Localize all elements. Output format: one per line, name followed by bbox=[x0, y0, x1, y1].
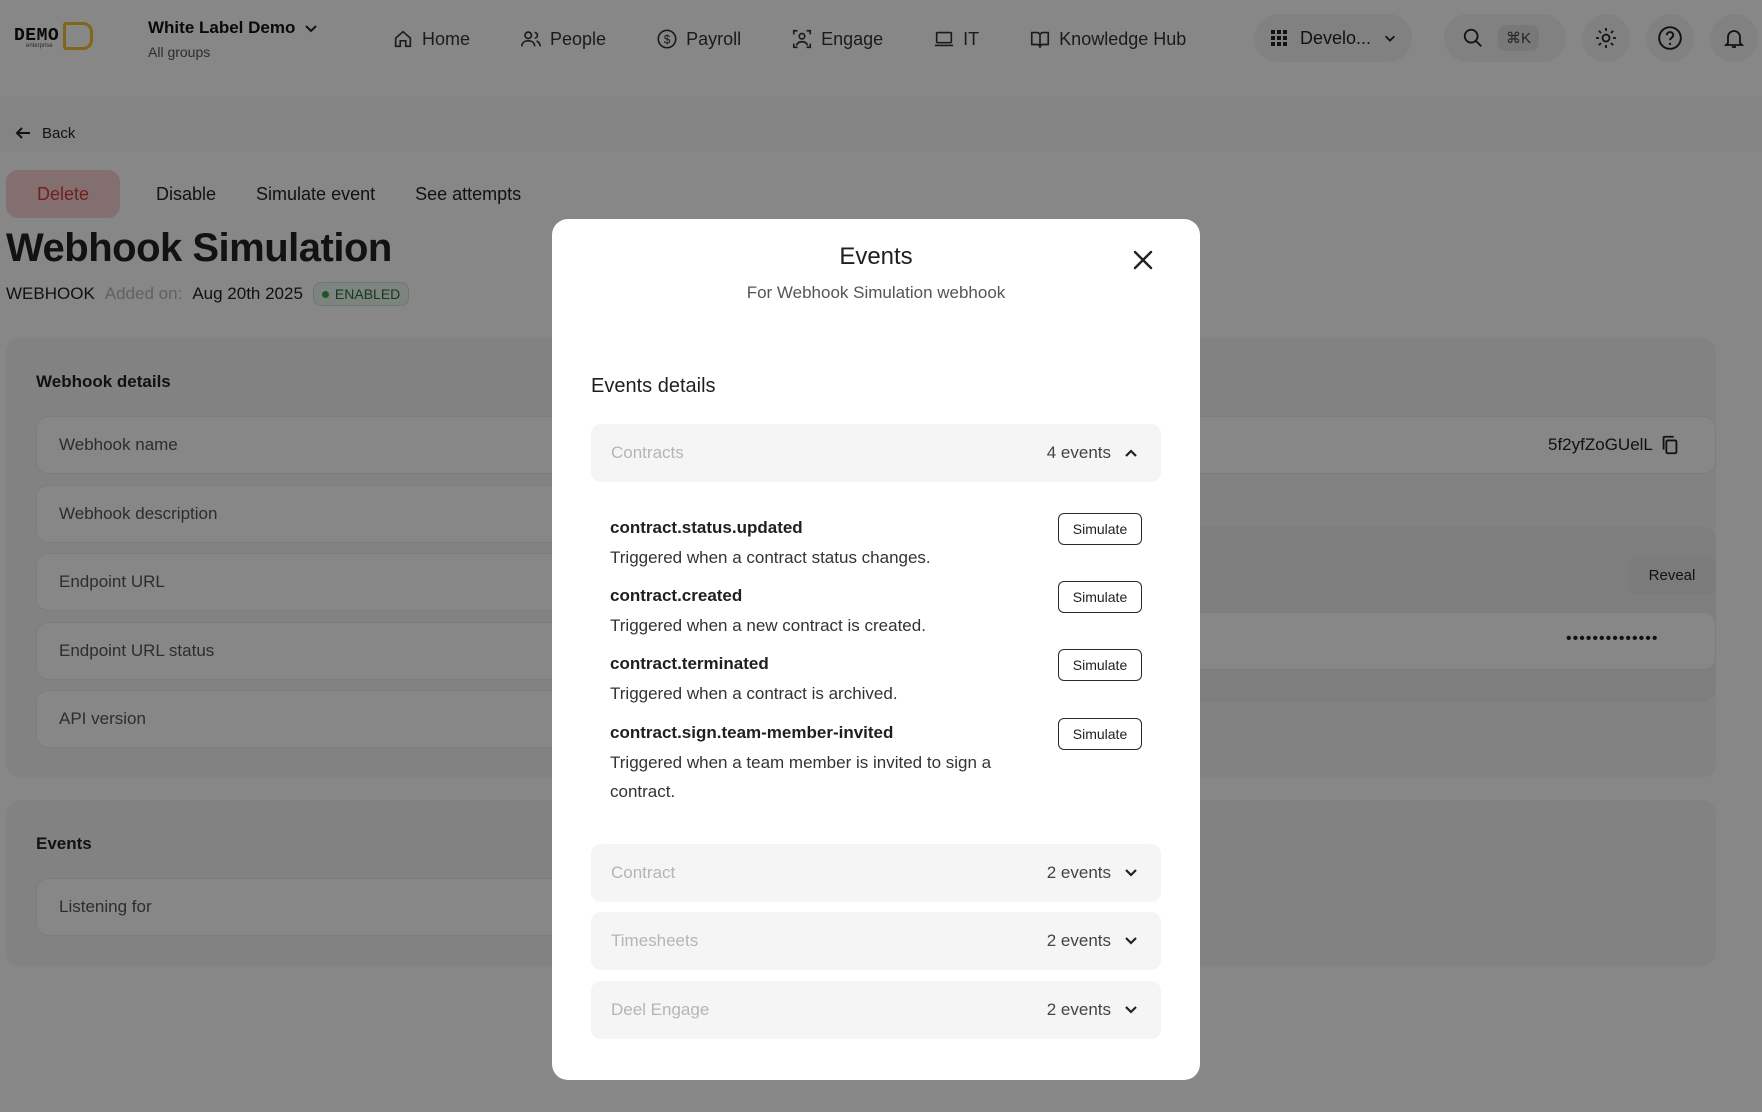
accordion-title: Contracts bbox=[611, 443, 684, 462]
modal-subtitle: For Webhook Simulation webhook bbox=[746, 283, 1006, 302]
accordion-title: Contract bbox=[611, 863, 676, 882]
accordion-count-row: 4 events bbox=[1047, 443, 1139, 463]
accordion-timesheets[interactable]: Timesheets 2 events bbox=[591, 912, 1161, 970]
event-item: contract.sign.team-member-invited Trigge… bbox=[610, 718, 1150, 806]
accordion-contract[interactable]: Contract 2 events bbox=[591, 844, 1161, 902]
modal-title: Events bbox=[839, 243, 913, 270]
event-item: contract.terminated Triggered when a con… bbox=[610, 649, 1150, 708]
chevron-up-icon bbox=[1125, 449, 1137, 457]
accordion-deel-engage[interactable]: Deel Engage 2 events bbox=[591, 981, 1161, 1039]
close-button[interactable] bbox=[1128, 245, 1158, 275]
accordion-contracts[interactable]: Contracts 4 events bbox=[591, 424, 1161, 482]
accordion-count: 2 events bbox=[1046, 863, 1111, 882]
accordion-count-row: 2 events bbox=[1047, 863, 1139, 883]
chevron-down-icon bbox=[1125, 1006, 1137, 1014]
event-description: Triggered when a new contract is created… bbox=[610, 616, 926, 635]
event-item: contract.status.updated Triggered when a… bbox=[610, 513, 1150, 572]
accordion-count: 4 events bbox=[1046, 443, 1111, 462]
accordion-count-row: 2 events bbox=[1047, 931, 1139, 951]
events-modal: Events For Webhook Simulation webhook Ev… bbox=[552, 219, 1200, 1080]
chevron-down-icon bbox=[1125, 869, 1137, 877]
accordion-count: 2 events bbox=[1046, 931, 1111, 950]
event-description: Triggered when a team member is invited … bbox=[610, 753, 992, 801]
event-description: Triggered when a contract status changes… bbox=[610, 548, 931, 567]
accordion-title: Deel Engage bbox=[611, 1000, 710, 1019]
accordion-title: Timesheets bbox=[611, 931, 699, 950]
event-description: Triggered when a contract is archived. bbox=[610, 684, 898, 703]
event-item: contract.created Triggered when a new co… bbox=[610, 581, 1150, 640]
simulate-button[interactable]: Simulate bbox=[1058, 718, 1142, 750]
events-details-label: Events details bbox=[591, 375, 716, 397]
accordion-count: 2 events bbox=[1046, 1000, 1111, 1019]
simulate-button[interactable]: Simulate bbox=[1058, 513, 1142, 545]
close-icon bbox=[1133, 250, 1153, 270]
accordion-count-row: 2 events bbox=[1047, 1000, 1139, 1020]
chevron-down-icon bbox=[1125, 937, 1137, 945]
simulate-button[interactable]: Simulate bbox=[1058, 649, 1142, 681]
simulate-button[interactable]: Simulate bbox=[1058, 581, 1142, 613]
